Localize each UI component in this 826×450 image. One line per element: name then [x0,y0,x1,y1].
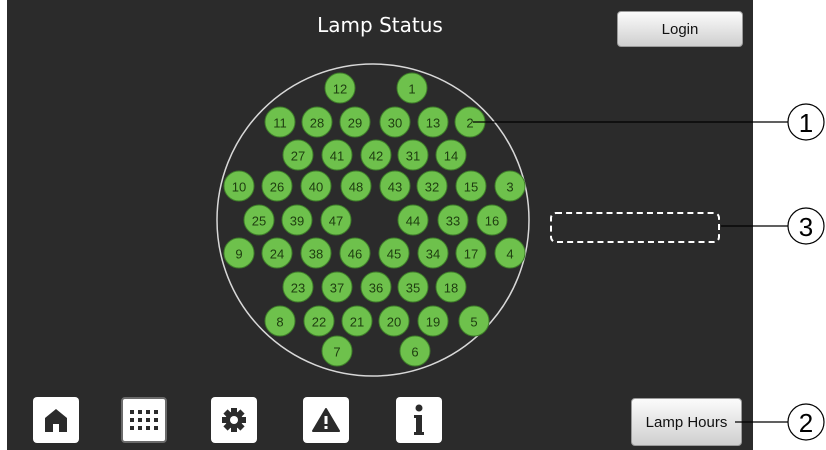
callout-1-number: 1 [799,108,813,138]
callout-3-number: 3 [799,212,813,242]
callout-overlay: 1 2 3 [473,103,825,441]
callout-2-number: 2 [799,408,813,438]
